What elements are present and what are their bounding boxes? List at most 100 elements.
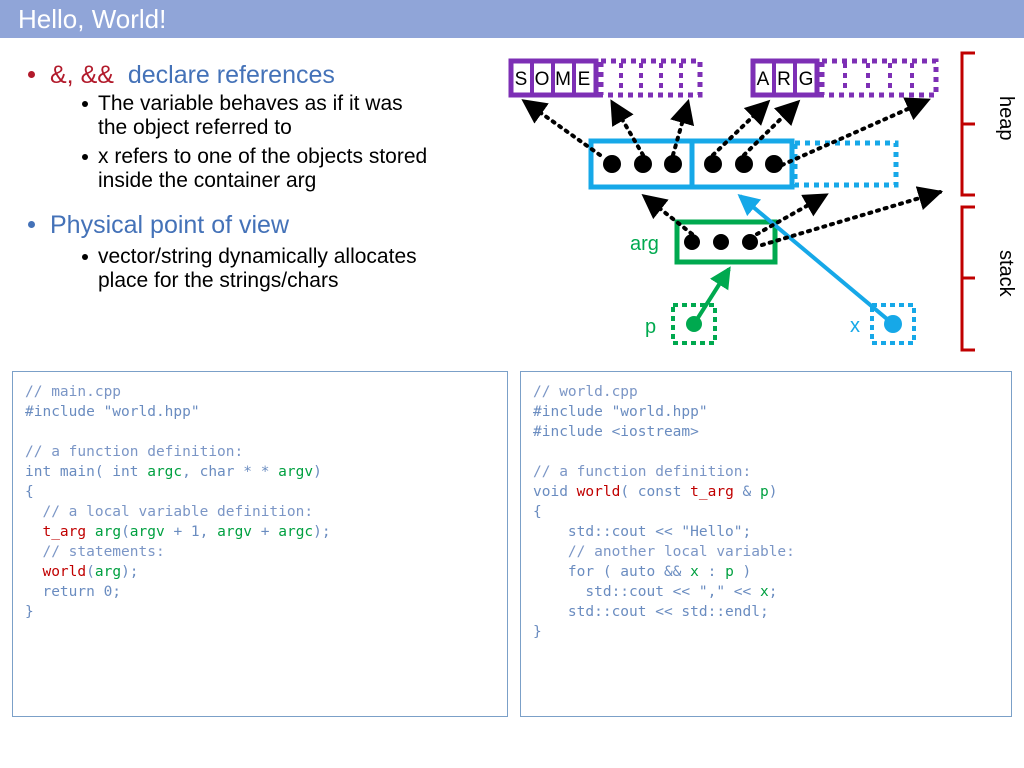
reference-dot xyxy=(884,315,902,333)
code-line: int main( int argc, char * * argv) xyxy=(25,462,495,482)
code-line: for ( auto && x : p ) xyxy=(533,562,999,582)
code-line: return 0; xyxy=(25,582,495,602)
arrow-x-to-vector-element xyxy=(737,193,895,326)
heap-bracket xyxy=(960,51,975,197)
bullet-list: &, && declare references The variable be… xyxy=(16,60,516,294)
code-token: ); xyxy=(313,524,331,540)
stack-bracket xyxy=(960,205,975,352)
string-char-S: S xyxy=(515,69,528,90)
bullet-level1-references: &, && declare references xyxy=(16,60,516,90)
string-char-R: R xyxy=(777,69,791,90)
bullet-level2-variable-behaves: The variable behaves as if it was the ob… xyxy=(16,92,516,140)
code-token: for ( auto && xyxy=(533,564,691,580)
slide-title-bar: Hello, World! xyxy=(0,0,1024,38)
code-token: t_arg xyxy=(690,484,734,500)
code-token: return 0; xyxy=(25,584,122,600)
code-token: } xyxy=(25,604,34,620)
arrow-slot5-to-heap-free xyxy=(780,97,931,167)
code-line: // world.cpp xyxy=(533,382,999,402)
string-char-A: A xyxy=(757,69,770,90)
code-token: arg xyxy=(94,564,122,580)
pointer-dot xyxy=(603,155,621,173)
arrow-slot4-to-arg xyxy=(742,99,801,157)
arrow-arg-end-to-buffer-tail xyxy=(748,193,829,240)
arrow-slot2-to-heap xyxy=(670,98,695,157)
code-token: int main( int xyxy=(25,464,148,480)
code-token: std::cout << "Hello"; xyxy=(533,524,752,540)
arrow-arg-capacity-to-heap xyxy=(760,186,944,247)
label-stack: stack xyxy=(995,250,1017,298)
stack-reference-x xyxy=(870,303,916,345)
pointer-dot xyxy=(704,155,722,173)
memory-region-brackets xyxy=(960,51,975,352)
label-x: x xyxy=(850,315,860,337)
pointer-dot xyxy=(664,155,682,173)
bullet-sub-line: inside the container arg xyxy=(98,169,317,192)
arrow-slot1-to-heap xyxy=(610,99,645,157)
code-token: // world.cpp xyxy=(533,384,638,400)
pointer-dot xyxy=(735,155,753,173)
code-line: // a local variable definition: xyxy=(25,502,495,522)
code-token: std::cout << "," << xyxy=(533,584,760,600)
code-token: x xyxy=(690,564,699,580)
bullet-marker-icon xyxy=(28,221,35,228)
code-token: ) xyxy=(768,484,778,500)
code-line: } xyxy=(25,602,495,622)
code-line: world(arg); xyxy=(25,562,495,582)
code-token: world xyxy=(576,484,621,500)
bullet-sub-line: the object referred to xyxy=(98,116,292,139)
bullet-marker-icon xyxy=(82,101,88,107)
code-token: t_arg xyxy=(42,524,87,540)
code-line: // another local variable: xyxy=(533,542,999,562)
code-token: + xyxy=(252,524,279,540)
label-arg: arg xyxy=(630,233,659,255)
code-token: p xyxy=(760,484,769,500)
code-token: p xyxy=(725,564,734,580)
code-token: // another local variable: xyxy=(533,544,795,560)
bullet-sub-line: place for the strings/chars xyxy=(98,269,339,292)
bullet-keyword-operators: &, && xyxy=(50,61,114,89)
arg-pointer-arrows xyxy=(641,186,944,247)
bullet-level2-x-refers: x refers to one of the objects stored in… xyxy=(16,145,516,193)
bullet-marker-icon xyxy=(82,254,88,260)
code-line: // statements: xyxy=(25,542,495,562)
code-token: // a function definition: xyxy=(25,444,244,460)
code-line: // a function definition: xyxy=(25,442,495,462)
code-token: #include <iostream> xyxy=(533,424,699,440)
arrow-slot3-to-arg xyxy=(711,99,771,157)
code-line: { xyxy=(25,482,495,502)
code-block-world-cpp: // world.cpp #include "world.hpp" #include… xyxy=(520,371,1012,717)
code-line: { xyxy=(533,502,999,522)
code-token: world xyxy=(42,564,87,580)
code-token: void xyxy=(533,484,577,500)
pointer-dot xyxy=(713,234,729,250)
code-token: #include "world.hpp" xyxy=(533,404,708,420)
code-token: argv xyxy=(217,524,253,540)
code-token: argv xyxy=(278,464,314,480)
code-token: // statements: xyxy=(25,544,165,560)
code-token: argv xyxy=(129,524,165,540)
bullet-marker-icon xyxy=(28,71,35,78)
pointer-arrows xyxy=(521,97,931,167)
code-line: // main.cpp xyxy=(25,382,495,402)
code-line: t_arg arg(argv + 1, argv + argc); xyxy=(25,522,495,542)
code-token: , char * * xyxy=(182,464,279,480)
code-token: argc xyxy=(278,524,314,540)
code-block-main-cpp: // main.cpp #include "world.hpp" // a fun… xyxy=(12,371,508,717)
heap-string-some: S O M E xyxy=(508,58,599,98)
string-char-G: G xyxy=(799,69,814,90)
heap-free-capacity-some xyxy=(598,58,703,98)
code-token: // main.cpp xyxy=(25,384,122,400)
label-p: p xyxy=(645,316,656,338)
bullet-marker-icon xyxy=(82,154,88,160)
string-char-M: M xyxy=(555,69,571,90)
code-token: : xyxy=(698,564,726,580)
code-token: // a function definition: xyxy=(533,464,752,480)
code-token: #include "world.hpp" xyxy=(25,404,200,420)
bullet-label-physical-point: Physical point of view xyxy=(50,211,290,239)
